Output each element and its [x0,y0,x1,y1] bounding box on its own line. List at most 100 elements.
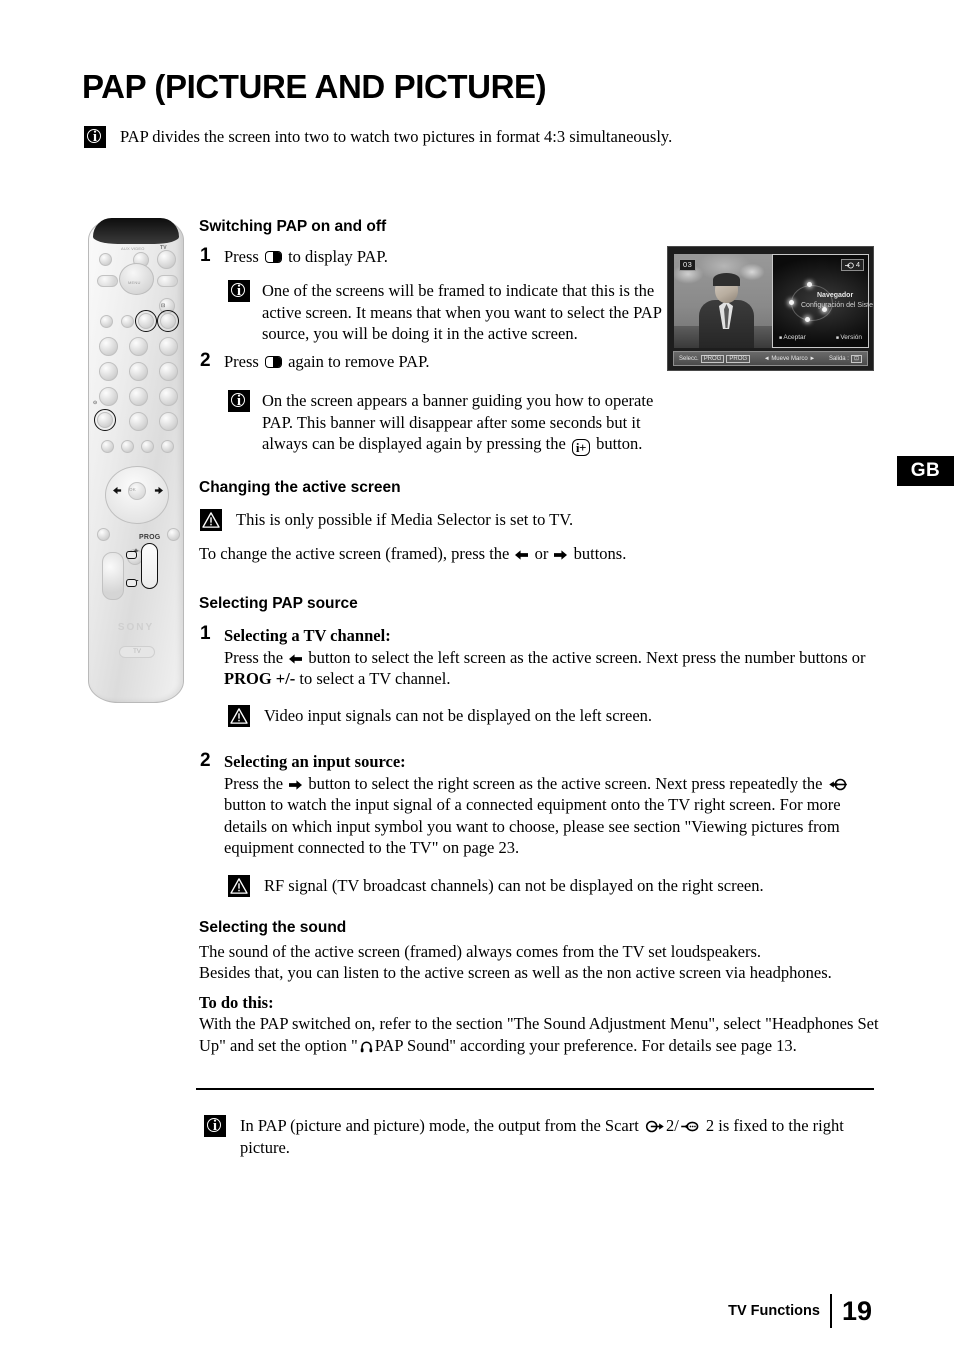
step-2-source-a: Press the [224,773,284,793]
remote-button-right-pill[interactable] [157,275,178,287]
warning-triangle-icon [230,878,248,894]
step-2-post: again to remove PAP. [288,352,430,371]
remote-key-4[interactable] [99,362,118,381]
info-icon [228,280,250,302]
remote-key-7[interactable] [99,387,118,406]
step-1-post: to display PAP. [288,247,388,266]
remote-button-power[interactable] [99,253,112,266]
sound-todo-body: With the PAP switched on, refer to the s… [199,1013,879,1056]
step-2-source-title: Selecting an input source: [224,752,406,771]
note-banner-guide-b: button. [596,434,643,453]
warning-video-input-text: Video input signals can not be displayed… [264,706,653,725]
remote-top-cap [93,218,179,244]
remote-key-6[interactable] [159,362,178,381]
step-1-source-prog: PROG +/- [224,669,296,688]
step-2-source-c: button to watch the input signal of a co… [224,795,841,857]
tv-right-spark-1 [807,282,812,287]
step-1-source-a: Press the [224,647,284,667]
step-1-switching-text: Press to display PAP. [224,246,624,268]
remote-button-yellow[interactable] [141,440,154,453]
step-1-pre: Press [224,247,259,266]
input-source-icon [844,262,854,268]
warning-icon [228,875,250,897]
step-1-source-title: Selecting a TV channel: [224,626,391,645]
warning-triangle-icon [202,512,220,528]
arrow-right-icon [289,779,303,790]
tv-banner-left: Selecc. PROG PROG [679,354,751,363]
input-select-icon [828,778,847,790]
pap-button-icon [264,356,282,368]
tv-screenshot: 03 4 Navegador Configuración del Siste ■… [667,246,874,371]
remote-key-0[interactable] [129,412,148,431]
warning-icon [228,705,250,727]
scart-input-icon [680,1121,699,1132]
remote-tv-badge: TV [119,646,155,658]
warning-media-selector: This is only possible if Media Selector … [200,509,700,531]
page-title: PAP (PICTURE AND PICTURE) [82,68,547,105]
remote-button-red[interactable] [101,440,114,453]
tv-right-spark-2 [789,300,794,305]
input-select-marker: ⊡ [161,303,166,309]
remote-button-left-pill[interactable] [97,275,118,287]
remote-jog-dial[interactable] [119,263,154,295]
changing-body-a: To change the active screen (framed), pr… [199,544,510,563]
bottom-note-a: In PAP (picture and picture) mode, the o… [240,1116,639,1135]
step-2-source-b: button to select the right screen as the… [308,773,823,793]
note-banner-guide: On the screen appears a banner guiding y… [228,390,683,456]
remote-label-menu: MENU [128,280,141,285]
step-number-2-switching: 2 [200,350,211,371]
tv-guide-banner: Selecc. PROG PROG ◄ Mueve Marco ► Salida :… [673,351,868,366]
remote-button-green[interactable] [121,440,134,453]
intro-note: PAP divides the screen into two to watch… [84,126,844,148]
footer-divider [196,1088,874,1090]
warning-video-input: Video input signals can not be displayed… [228,705,788,727]
info-icon [84,126,106,148]
remote-button-tv[interactable] [157,250,176,269]
sound-todo-b: PAP Sound" according your preference. Fo… [374,1035,797,1055]
remote-button-extra-right[interactable] [167,528,180,541]
language-tab-gb: GB [897,456,954,486]
tv-right-pane: 4 Navegador Configuración del Sistema Ac… [772,254,873,348]
changing-body-b: buttons. [573,544,627,563]
tv-nav-subtitle: Configuración del Sistema [801,302,873,309]
tv-banner-chip-exit: ⊡ [850,354,862,363]
heading-selecting-sound: Selecting the sound [199,919,347,936]
tv-left-presenter-hair [713,273,740,286]
remote-dpad-left-arrow[interactable] [113,486,122,495]
remote-button-blue[interactable] [161,440,174,453]
i-plus-button-icon: i+ [571,439,590,456]
tv-banner-chip-prog-up: PROG [700,354,725,363]
remote-button-page-up[interactable] [126,551,137,559]
tv-nav-title: Navegador [817,292,854,299]
remote-key-1[interactable] [99,337,118,356]
arrow-left-icon [289,653,303,664]
i-plus-highlight [94,409,116,431]
remote-key-screen-mode[interactable] [159,412,178,431]
tv-osd-bottom: Aceptar Versión [779,334,862,342]
remote-key-9[interactable] [159,387,178,406]
tv-osd-accept: Aceptar [779,334,805,342]
warning-rf-signal-text: RF signal (TV broadcast channels) can no… [264,876,764,895]
step-1-source-block: Selecting a TV channel: Press the button… [224,625,874,690]
remote-button-extra-left[interactable] [97,528,110,541]
sound-line-1: The sound of the active screen (framed) … [199,942,762,961]
remote-button-hold[interactable] [121,315,134,328]
remote-key-5[interactable] [129,362,148,381]
changing-body-or: or [534,544,549,563]
note-active-screen: One of the screens will be framed to ind… [228,280,668,345]
remote-key-3[interactable] [159,337,178,356]
remote-label-ok: OK [129,487,136,492]
remote-dpad-right-arrow[interactable] [154,486,163,495]
tv-banner-right-label: Salida : [828,355,849,362]
remote-button-text[interactable] [100,315,113,328]
step-2-switching-text: Press again to remove PAP. [224,351,624,373]
remote-key-8[interactable] [129,387,148,406]
remote-brand-logo: SONY [117,622,155,633]
warning-rf-signal: RF signal (TV broadcast channels) can no… [228,875,828,897]
remote-key-2[interactable] [129,337,148,356]
remote-button-page-down[interactable] [126,579,137,587]
tv-banner-right: Salida : ⊡ [828,354,862,363]
step-2-pre: Press [224,352,259,371]
tv-input-badge: 4 [840,259,864,271]
remote-label-prog: PROG [139,534,161,541]
